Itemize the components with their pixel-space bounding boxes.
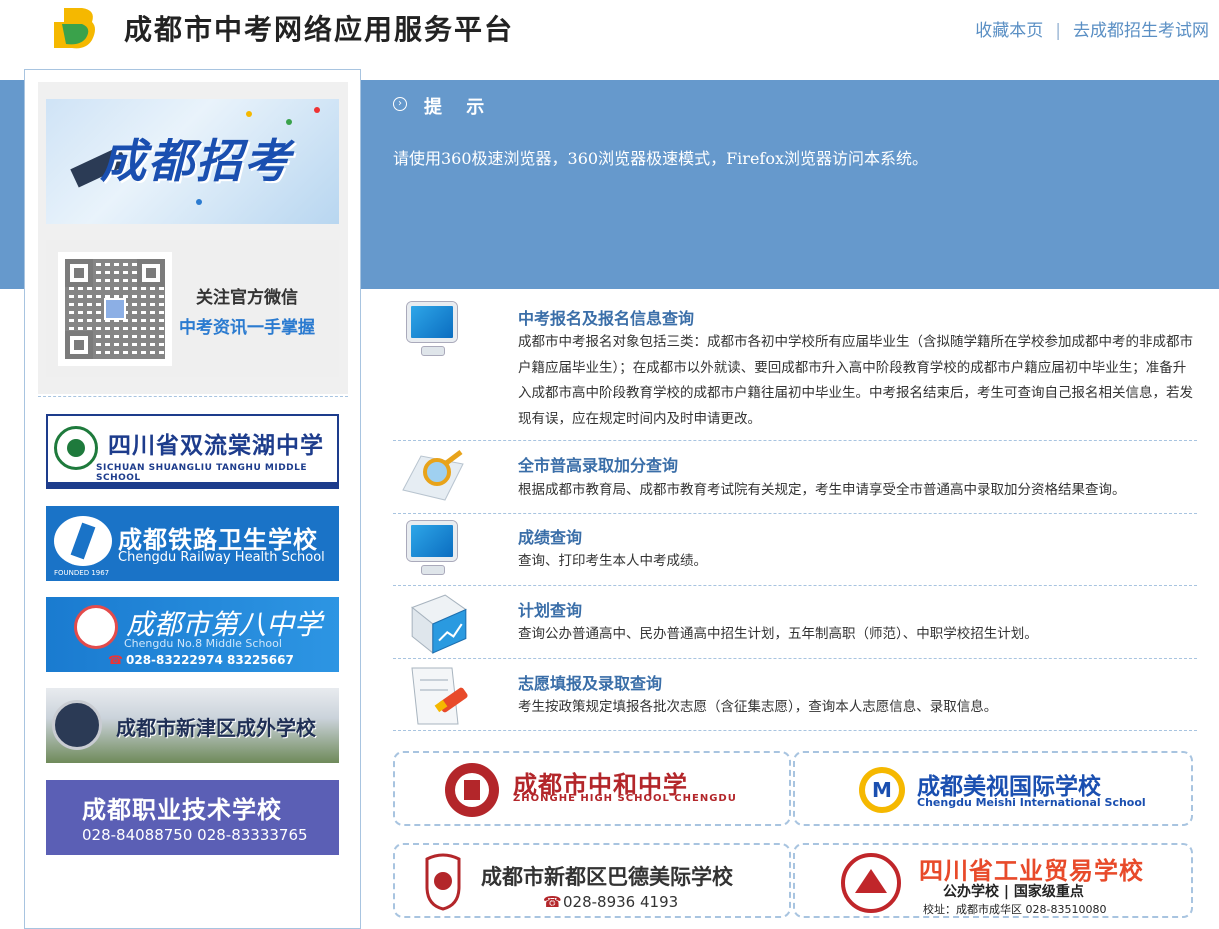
school-address: 校址：成都市成华区 028-83510080 xyxy=(923,903,1107,916)
link-separator: | xyxy=(1055,21,1061,41)
service-item: 全市普高录取加分查询 根据成都市教育局、成都市教育考试院有关规定，考生申请享受全… xyxy=(393,446,1197,512)
school-seal-icon xyxy=(445,763,499,817)
service-title[interactable]: 志愿填报及录取查询 xyxy=(518,670,662,694)
school-name: 成都市新都区巴德美际学校 xyxy=(481,865,733,889)
ad-tanghu-school[interactable]: 四川省双流棠湖中学 SICHUAN SHUANGLIU TANGHU MIDDL… xyxy=(46,414,339,489)
ad-zhonghe-school[interactable]: 成都市中和中学 ZHONGHE HIGH SCHOOL CHENGDU xyxy=(393,751,791,826)
bookmark-link[interactable]: 收藏本页 xyxy=(975,21,1043,41)
header: 成都市中考网络应用服务平台 收藏本页 | 去成都招生考试网 xyxy=(0,0,1219,80)
ad-vocational-tech-school[interactable]: 成都职业技术学校 028-84088750 028-83333765 xyxy=(46,780,339,855)
svg-text:M: M xyxy=(872,778,892,802)
confetti-icon xyxy=(196,199,202,205)
notice-title: 提 示 xyxy=(424,97,494,118)
service-divider xyxy=(393,658,1197,659)
ad-meishi-school[interactable]: M 成都美视国际学校 Chengdu Meishi International … xyxy=(793,751,1193,826)
chart-box-icon xyxy=(411,594,467,655)
service-desc: 查询、打印考生本人中考成绩。 xyxy=(518,553,707,569)
ad-gongmao-school[interactable]: 四川省工业贸易学校 公办学校 | 国家级重点 校址：成都市成华区 028-835… xyxy=(793,843,1193,918)
sidebar: 成都招考 关注官方微信 中考资讯一手掌握 四川省双流棠湖中学 SICHUAN S… xyxy=(24,69,361,929)
monitor-icon xyxy=(403,300,467,364)
site-title: 成都市中考网络应用服务平台 xyxy=(124,13,515,46)
phone-icon: ☎ xyxy=(543,893,562,911)
ad-title: 成都职业技术学校 xyxy=(82,796,282,824)
school-seal-icon xyxy=(54,426,98,470)
service-title[interactable]: 成绩查询 xyxy=(518,524,582,548)
chengdu-exam-banner[interactable]: 成都招考 xyxy=(46,99,339,224)
phone-icon: ☎ xyxy=(108,653,123,667)
service-desc: 成都市中考报名对象包括三类：成都市各初中学校所有应届毕业生（含拟随学籍所在学校参… xyxy=(518,334,1193,427)
ad-subtitle: Chengdu Railway Health School xyxy=(118,550,325,565)
school-logo-icon xyxy=(54,516,112,566)
ad-title: 四川省双流棠湖中学 xyxy=(108,433,324,459)
ad-railway-health-school[interactable]: 成都铁路卫生学校 Chengdu Railway Health School F… xyxy=(46,506,339,581)
school-phone: 028-8936 4193 xyxy=(563,893,679,911)
service-desc: 根据成都市教育局、成都市教育考试院有关规定，考生申请享受全市普通高中录取加分资格… xyxy=(518,482,1126,498)
school-emblem-icon xyxy=(52,700,102,750)
ad-founded: FOUNDED 1967 xyxy=(54,569,110,577)
ad-bar xyxy=(48,482,337,487)
qr-caption-info: 中考资讯一手掌握 xyxy=(179,318,315,338)
chevron-circle-icon: › xyxy=(393,97,407,111)
school-sub: Chengdu Meishi International School xyxy=(917,796,1146,809)
service-item: 志愿填报及录取查询 考生按政策规定填报各批次志愿（含征集志愿），查询本人志愿信息… xyxy=(393,664,1197,730)
confetti-icon xyxy=(246,111,252,117)
exam-site-link[interactable]: 去成都招生考试网 xyxy=(1073,21,1209,41)
school-sub: ZHONGHE HIGH SCHOOL CHENGDU xyxy=(513,793,737,804)
ad-bade-school[interactable]: 成都市新都区巴德美际学校 ☎ 028-8936 4193 xyxy=(393,843,791,918)
service-item: 中考报名及报名信息查询 成都市中考报名对象包括三类：成都市各初中学校所有应届毕业… xyxy=(393,300,1197,440)
confetti-icon xyxy=(314,107,320,113)
magnifier-icon xyxy=(402,450,464,501)
ad-subtitle: Chengdu No.8 Middle School xyxy=(124,637,282,650)
school-logo-icon: M xyxy=(859,767,905,813)
top-links: 收藏本页 | 去成都招生考试网 xyxy=(975,16,1209,41)
monitor-icon xyxy=(403,519,467,583)
sidebar-divider xyxy=(38,396,348,397)
service-title[interactable]: 全市普高录取加分查询 xyxy=(518,452,678,476)
service-divider xyxy=(393,585,1197,586)
service-item: 成绩查询 查询、打印考生本人中考成绩。 xyxy=(393,519,1197,585)
ad-phone: 028-84088750 028-83333765 xyxy=(82,826,308,844)
service-divider xyxy=(393,730,1197,731)
ad-title: 成都市新津区成外学校 xyxy=(116,716,316,740)
service-title[interactable]: 中考报名及报名信息查询 xyxy=(518,305,694,329)
wechat-qr-panel: 关注官方微信 中考资讯一手掌握 xyxy=(46,240,339,377)
service-desc: 考生按政策规定填报各批次志愿（含征集志愿），查询本人志愿信息、录取信息。 xyxy=(518,699,998,715)
ad-xinjin-chengwai-school[interactable]: 成都市新津区成外学校 xyxy=(46,688,339,763)
notice-text: 请使用360极速浏览器，360浏览器极速模式，Firefox浏览器访问本系统。 xyxy=(393,149,928,168)
qr-caption-follow: 关注官方微信 xyxy=(196,288,298,308)
school-sub: 公办学校 | 国家级重点 xyxy=(943,884,1084,900)
service-title[interactable]: 计划查询 xyxy=(518,597,582,621)
pen-paper-icon xyxy=(411,667,468,725)
service-item: 计划查询 查询公办普通高中、民办普通高中招生计划，五年制高职（师范）、中职学校招… xyxy=(393,591,1197,657)
site-logo-icon xyxy=(54,8,95,49)
school-shield-icon xyxy=(425,853,461,911)
qr-code-icon xyxy=(58,252,172,366)
ad-phone: 028-83222974 83225667 xyxy=(126,653,294,667)
service-divider xyxy=(393,440,1197,441)
service-desc: 查询公办普通高中、民办普通高中招生计划，五年制高职（师范）、中职学校招生计划。 xyxy=(518,626,1038,642)
school-seal-icon xyxy=(74,605,118,649)
service-divider xyxy=(393,513,1197,514)
banner-text: 成都招考 xyxy=(100,134,292,188)
school-seal-icon xyxy=(841,853,901,913)
ad-subtitle: SICHUAN SHUANGLIU TANGHU MIDDLE SCHOOL xyxy=(96,463,308,483)
ad-no8-middle-school[interactable]: 成都市第八中学 Chengdu No.8 Middle School 028-8… xyxy=(46,597,339,672)
